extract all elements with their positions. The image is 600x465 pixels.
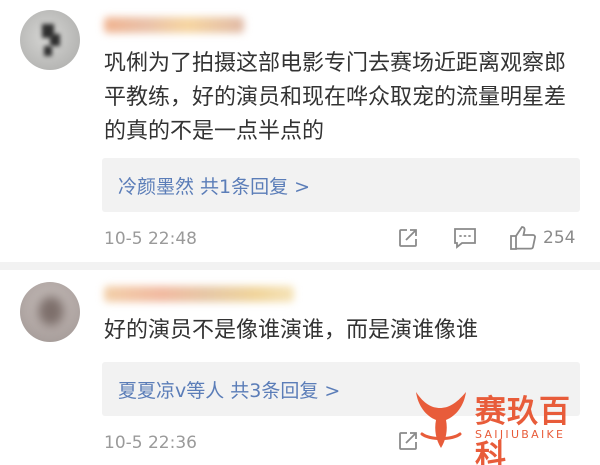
- watermark-subtitle: SAIJIUBAIKE: [475, 428, 566, 441]
- comment-text: 巩俐为了拍摄这部电影专门去赛场近距离观察郎平教练，好的演员和现在哗众取宠的流量明…: [104, 51, 567, 144]
- comment-timestamp: 10-5 22:48: [104, 229, 197, 249]
- reply-summary-box[interactable]: 冷颜墨然 共1条回复 >: [102, 158, 580, 212]
- reply-summary-link[interactable]: 夏夏凉v等人 共3条回复 >: [118, 376, 340, 403]
- comment-text: 好的演员不是像谁演谁，而是演谁像谁: [104, 318, 479, 343]
- like-count: 254: [543, 228, 576, 248]
- watermark: 赛玖百科 SAIJIUBAIKE: [412, 380, 597, 465]
- username-blurred[interactable]: [104, 286, 294, 302]
- comment-item: 巩俐为了拍摄这部电影专门去赛场近距离观察郎平教练，好的演员和现在哗众取宠的流量明…: [0, 0, 600, 262]
- comment-icon[interactable]: [452, 226, 478, 254]
- share-icon[interactable]: [396, 226, 420, 254]
- whale-tail-icon: [412, 386, 470, 456]
- avatar[interactable]: [20, 10, 80, 70]
- reply-summary-link[interactable]: 冷颜墨然 共1条回复 >: [118, 172, 310, 199]
- comment-divider: [0, 262, 600, 270]
- avatar[interactable]: [20, 282, 80, 342]
- comment-timestamp: 10-5 22:36: [104, 433, 197, 453]
- watermark-title: 赛玖百科: [475, 394, 571, 465]
- like-icon[interactable]: [508, 224, 538, 256]
- username-blurred[interactable]: [104, 17, 244, 33]
